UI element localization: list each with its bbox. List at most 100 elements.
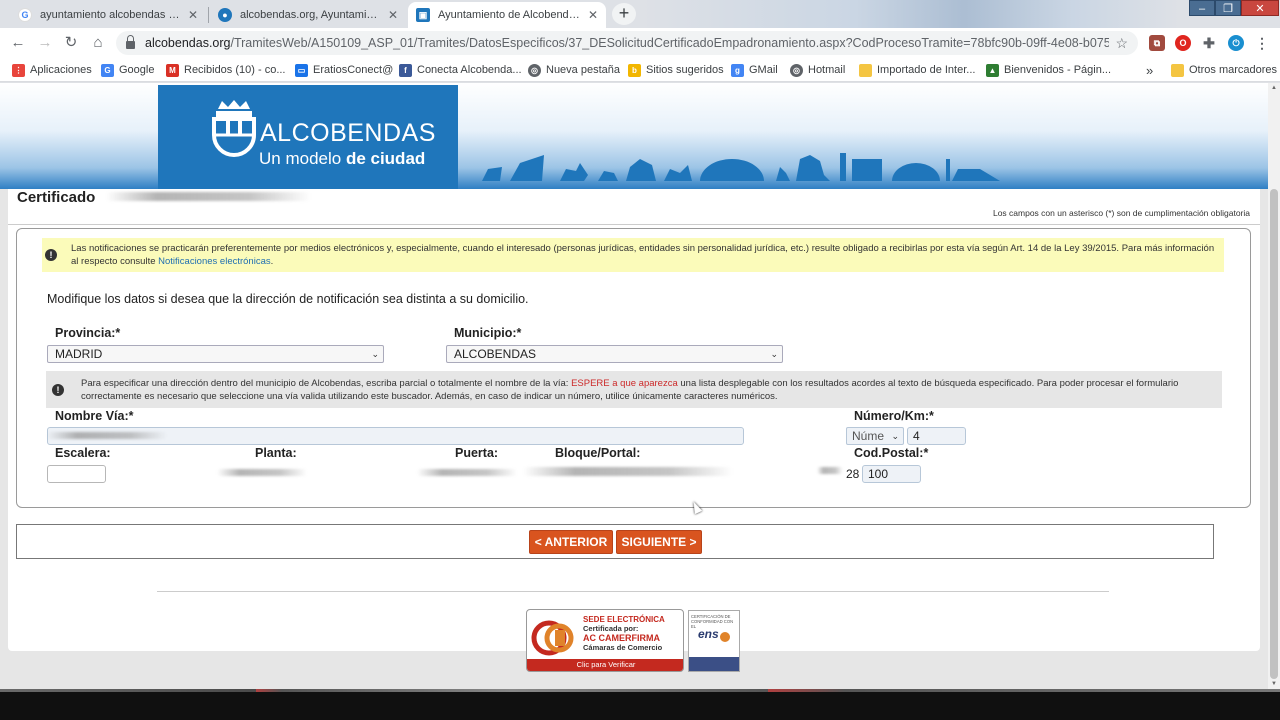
required-fields-note: Los campos con un asterisco (*) son de c… <box>992 208 1250 218</box>
scroll-up-icon[interactable]: ▲ <box>1270 85 1278 91</box>
chevron-down-icon: ⌄ <box>770 349 778 359</box>
ens-emblem-icon <box>720 632 730 642</box>
notice-text: Las notificaciones se practicarán prefer… <box>71 243 1215 267</box>
reload-icon[interactable]: ↻ <box>61 33 81 53</box>
bookmark-aplicaciones[interactable]: ⋮ Aplicaciones <box>12 62 92 78</box>
tab-alcobendas-org[interactable]: ● alcobendas.org, Ayuntamiento de ✕ <box>210 2 406 28</box>
escalera-input[interactable] <box>47 465 106 483</box>
form-container: Certificado Los campos con un asterisco … <box>8 189 1260 651</box>
bookmark-gmail[interactable]: g GMail <box>731 62 778 78</box>
redacted-cp <box>817 467 843 474</box>
bookmark-google[interactable]: G Google <box>101 62 154 78</box>
scroll-down-icon[interactable]: ▼ <box>1270 681 1278 687</box>
tab-ayuntamiento-active[interactable]: ▣ Ayuntamiento de Alcobendas - C ✕ <box>408 2 606 28</box>
bookmark-bienvenidos[interactable]: ▲ Bienvenidos - Págin... <box>986 62 1111 78</box>
facebook-icon: f <box>399 63 412 77</box>
numero-km-label: Número/Km:* <box>854 409 934 423</box>
tab-separator <box>208 7 209 23</box>
verify-link[interactable]: Clic para Verificar <box>527 659 683 671</box>
notificaciones-electronicas-link[interactable]: Notificaciones electrónicas <box>158 256 270 267</box>
close-tab-icon[interactable]: ✕ <box>588 8 598 22</box>
nombre-via-label: Nombre Vía:* <box>55 409 134 423</box>
bookmarks-overflow-chevron[interactable]: » <box>1146 62 1153 78</box>
scrollbar-thumb[interactable] <box>1270 189 1278 679</box>
street-search-info: ! Para especificar una dirección dentro … <box>46 371 1222 408</box>
close-tab-icon[interactable]: ✕ <box>388 8 398 22</box>
site-header-banner: ALCOBENDAS Un modelo de ciudad <box>0 83 1268 189</box>
bookmark-hotmail[interactable]: ◎ Hotmail <box>790 62 845 78</box>
google-icon: G <box>18 8 32 22</box>
gmail-g-icon: g <box>731 63 744 77</box>
forward-arrow-icon[interactable]: → <box>35 33 55 53</box>
redacted-title <box>106 192 311 201</box>
profile-avatar-icon[interactable]: ⏻ <box>1228 35 1244 51</box>
close-tab-icon[interactable]: ✕ <box>188 8 198 22</box>
more-menu-icon[interactable]: ⋮ <box>1254 35 1270 51</box>
ens-seal-footer <box>689 657 739 671</box>
new-tab-button[interactable]: + <box>612 3 636 25</box>
bookmarks-bar: ⋮ Aplicaciones G Google M Recibidos (10) - … <box>0 58 1280 82</box>
codigo-postal-label: Cod.Postal:* <box>854 446 929 460</box>
navigation-bar: < ANTERIOR SIGUIENTE > <box>16 524 1214 559</box>
numero-input[interactable]: 4 <box>907 427 966 445</box>
anterior-button[interactable]: < ANTERIOR <box>529 530 613 554</box>
redacted-bloque <box>523 467 733 476</box>
bookmark-recibidos[interactable]: M Recibidos (10) - co... <box>166 62 285 78</box>
back-arrow-icon[interactable]: ← <box>8 33 28 53</box>
municipio-select[interactable]: ALCOBENDAS ⌄ <box>446 345 783 363</box>
gmail-icon: M <box>166 63 179 77</box>
bing-icon: b <box>628 63 641 77</box>
electronic-notice-box: ! Las notificaciones se practicarán pref… <box>42 238 1224 272</box>
lock-icon <box>126 35 135 49</box>
cp-prefix: 28 <box>846 467 860 481</box>
redacted-puerta <box>417 469 517 476</box>
folder-icon <box>1171 63 1184 77</box>
bookmark-otros-marcadores[interactable]: Otros marcadores <box>1171 62 1277 78</box>
vertical-scrollbar[interactable]: ▲ ▼ <box>1268 83 1280 689</box>
address-bar[interactable]: alcobendas.org/TramitesWeb/A150109_ASP_0… <box>116 31 1138 55</box>
city-skyline-illustration <box>482 153 1000 181</box>
bookmark-eratiosconect[interactable]: ▭ EratiosConect@ <box>295 62 393 78</box>
bookmark-star-icon[interactable]: ☆ <box>1115 35 1128 52</box>
logo-name: ALCOBENDAS <box>260 119 436 147</box>
alcobendas-crest-icon <box>212 100 256 157</box>
footer-divider <box>157 591 1109 592</box>
codigo-postal-input[interactable]: 100 <box>862 465 921 483</box>
redacted-street <box>47 432 167 439</box>
maximize-icon[interactable]: ❐ <box>1215 0 1241 16</box>
bookmark-nueva-pestana[interactable]: ◎ Nueva pestaña <box>528 62 620 78</box>
siguiente-button[interactable]: SIGUIENTE > <box>616 530 702 554</box>
opera-extension-icon[interactable]: O <box>1175 35 1191 51</box>
bookmark-conecta-alcobendas[interactable]: f Conecta Alcobenda... <box>399 62 522 78</box>
extensions-puzzle-icon[interactable]: ✚ <box>1201 35 1217 51</box>
address-panel: ! Las notificaciones se practicarán pref… <box>16 228 1251 508</box>
chevron-down-icon: ⌄ <box>371 349 379 359</box>
planta-label: Planta: <box>255 446 297 460</box>
numero-type-select[interactable]: Núme ⌄ <box>846 427 904 445</box>
close-window-icon[interactable]: ✕ <box>1241 0 1279 16</box>
pdf-extension-icon[interactable]: ⧉ <box>1149 35 1165 51</box>
globe-icon: ● <box>218 8 232 22</box>
exclamation-icon: ! <box>45 249 57 261</box>
municipio-label: Municipio:* <box>454 326 522 340</box>
home-icon[interactable]: ⌂ <box>88 33 108 53</box>
bookmark-sitios-sugeridos[interactable]: b Sitios sugeridos <box>628 62 724 78</box>
street-search-info-text: Para especificar una dirección dentro de… <box>81 377 1179 402</box>
provincia-label: Provincia:* <box>55 326 121 340</box>
minimize-icon[interactable]: – <box>1189 0 1215 16</box>
provincia-select[interactable]: MADRID ⌄ <box>47 345 384 363</box>
bookmark-importado[interactable]: Importado de Inter... <box>859 62 975 78</box>
os-taskbar <box>0 689 1280 720</box>
ens-certification-seal[interactable]: CERTIFICACIÓN DE CONFORMIDAD CON EL ens <box>688 610 740 672</box>
folder-icon <box>859 63 872 77</box>
ens-logo: ens <box>698 627 719 641</box>
web-page: ALCOBENDAS Un modelo de ciudad Certifica… <box>0 83 1280 689</box>
url-text: alcobendas.org/TramitesWeb/A150109_ASP_0… <box>145 36 1110 50</box>
tab-google-search[interactable]: G ayuntamiento alcobendas - Busca ✕ <box>10 2 206 28</box>
exclamation-icon: ! <box>52 383 64 396</box>
logo-slogan: Un modelo de ciudad <box>259 149 426 168</box>
page-title: Certificado <box>17 189 96 206</box>
bloque-portal-label: Bloque/Portal: <box>555 446 641 460</box>
camerfirma-seal[interactable]: SEDE ELECTRÓNICA Certificada por: AC CAM… <box>526 609 684 672</box>
tab-strip: G ayuntamiento alcobendas - Busca ✕ ● al… <box>0 0 1280 28</box>
